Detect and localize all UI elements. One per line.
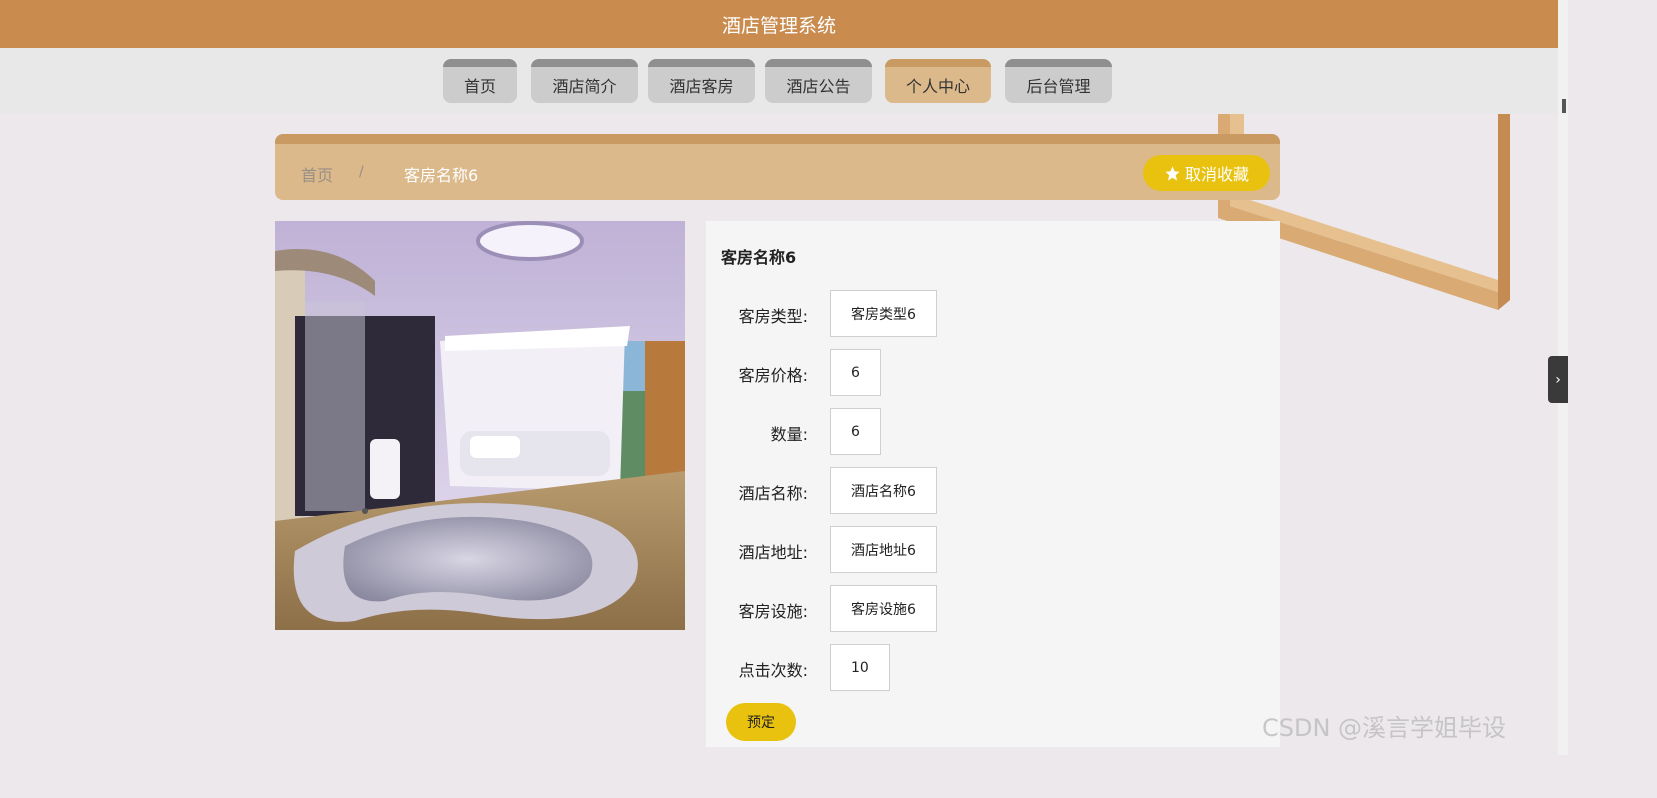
side-panel-toggle[interactable]: ›: [1548, 356, 1568, 403]
hotel-name-label: 酒店名称:: [738, 484, 808, 503]
star-icon: [1165, 165, 1180, 181]
hotel-name-value: 酒店名称6: [830, 467, 937, 514]
nav-item-hotel-notices[interactable]: 酒店公告: [765, 59, 872, 103]
unfavorite-button-label: 取消收藏: [1184, 165, 1249, 184]
room-type-label: 客房类型:: [738, 307, 808, 326]
nav-item-personal-center[interactable]: 个人中心: [885, 59, 991, 103]
click-count-value: 10: [830, 644, 890, 691]
quantity-label: 数量:: [770, 425, 808, 444]
nav-item-admin[interactable]: 后台管理: [1005, 59, 1112, 103]
room-title: 客房名称6: [721, 248, 797, 267]
breadcrumb-home-link[interactable]: 首页: [301, 162, 333, 186]
app-title: 酒店管理系统: [721, 14, 836, 37]
nav-item-hotel-intro[interactable]: 酒店简介: [531, 59, 638, 103]
room-type-value: 客房类型6: [830, 290, 937, 337]
breadcrumb-current: 客房名称6: [404, 166, 479, 185]
hotel-address-value: 酒店地址6: [830, 526, 937, 573]
watermark: CSDN @溪言学姐毕设: [1262, 714, 1507, 742]
nav-item-home[interactable]: 首页: [443, 59, 517, 103]
click-count-label: 点击次数:: [738, 661, 808, 680]
main-nav: 首页 酒店简介 酒店客房 酒店公告 个人中心 后台管理: [0, 48, 1558, 114]
breadcrumb: 首页 / 客房名称6 取消收藏: [275, 134, 1280, 200]
room-facilities-label: 客房设施:: [738, 602, 808, 621]
room-price-value: 6: [830, 349, 881, 396]
app-header: 酒店管理系统: [0, 0, 1558, 48]
book-button[interactable]: 预定: [726, 703, 796, 741]
room-price-label: 客房价格:: [738, 366, 808, 385]
room-detail-panel: 客房名称6 客房类型: 客房类型6 客房价格: 6 数量: 6 酒店名称: 酒店…: [706, 221, 1280, 747]
unfavorite-button[interactable]: 取消收藏: [1143, 155, 1270, 191]
hotel-address-label: 酒店地址:: [738, 543, 808, 562]
quantity-value: 6: [830, 408, 881, 455]
chevron-right-icon: ›: [1555, 371, 1561, 388]
room-facilities-value: 客房设施6: [830, 585, 937, 632]
scrollbar-thumb[interactable]: [1562, 99, 1566, 113]
nav-item-hotel-rooms[interactable]: 酒店客房: [648, 59, 755, 103]
breadcrumb-separator: /: [359, 164, 364, 180]
room-photo: [275, 221, 685, 630]
